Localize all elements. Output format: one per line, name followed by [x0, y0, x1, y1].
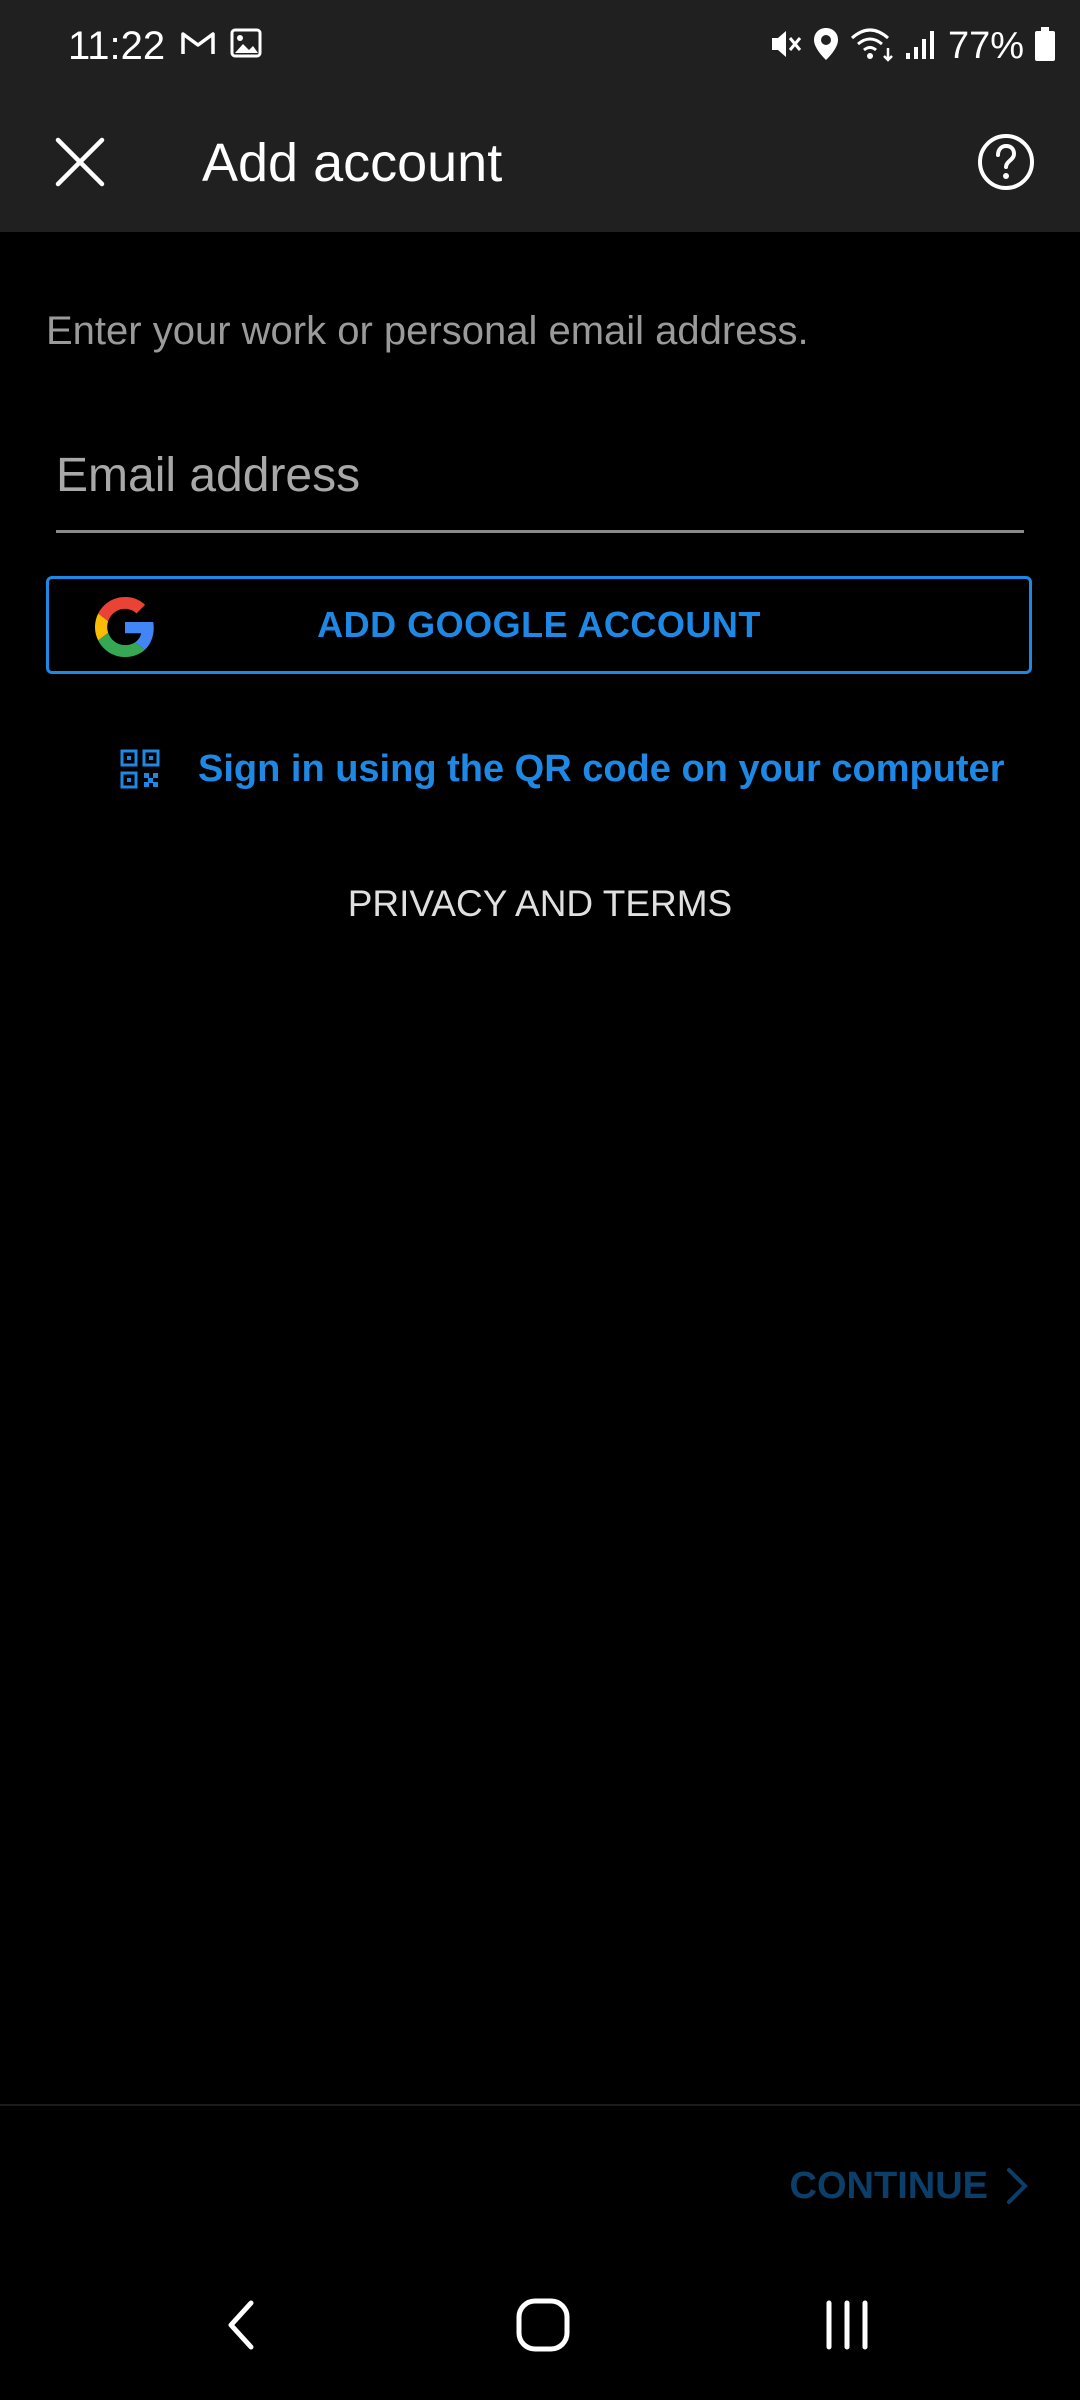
close-icon: [55, 137, 105, 187]
close-button[interactable]: [40, 122, 120, 202]
nav-home-button[interactable]: [498, 2290, 588, 2360]
chevron-right-icon: [1007, 2168, 1028, 2204]
location-icon: [812, 26, 840, 67]
mute-icon: [766, 26, 802, 67]
nav-back-button[interactable]: [196, 2290, 286, 2360]
continue-label: CONTINUE: [789, 2164, 988, 2207]
nav-recents-button[interactable]: [802, 2290, 892, 2360]
page-title: Add account: [202, 133, 503, 193]
status-time: 11:22: [68, 24, 166, 68]
status-notification-icons: [180, 28, 262, 63]
add-google-account-label: ADD GOOGLE ACCOUNT: [317, 604, 761, 645]
app-bar: Add account: [0, 92, 1080, 232]
signal-icon: [904, 27, 938, 66]
email-field[interactable]: [56, 420, 1024, 530]
qr-code-icon: [120, 749, 160, 789]
instructions-text: Enter your work or personal email addres…: [46, 309, 809, 353]
qr-sign-in-link[interactable]: Sign in using the QR code on your comput…: [120, 734, 1004, 804]
add-google-account-button[interactable]: ADD GOOGLE ACCOUNT: [46, 576, 1032, 674]
help-button[interactable]: [966, 122, 1046, 202]
email-field-container: [56, 420, 1024, 533]
bottom-divider: [0, 2104, 1080, 2106]
privacy-and-terms-link[interactable]: PRIVACY AND TERMS: [0, 874, 1080, 934]
system-nav-bar: [0, 2250, 1080, 2400]
back-icon: [228, 2300, 254, 2350]
home-icon: [516, 2298, 570, 2352]
status-bar: 11:22 77%: [0, 0, 1080, 92]
help-icon: [978, 134, 1034, 190]
continue-button[interactable]: CONTINUE: [790, 2156, 1028, 2216]
wifi-icon: [850, 26, 894, 67]
gallery-icon: [230, 28, 262, 63]
recents-icon: [826, 2300, 868, 2350]
battery-icon: [1034, 26, 1056, 67]
gmail-icon: [180, 29, 216, 62]
qr-sign-in-label: Sign in using the QR code on your comput…: [198, 747, 1005, 790]
status-system-icons: 77%: [766, 20, 1056, 72]
battery-percent: 77%: [947, 25, 1024, 67]
